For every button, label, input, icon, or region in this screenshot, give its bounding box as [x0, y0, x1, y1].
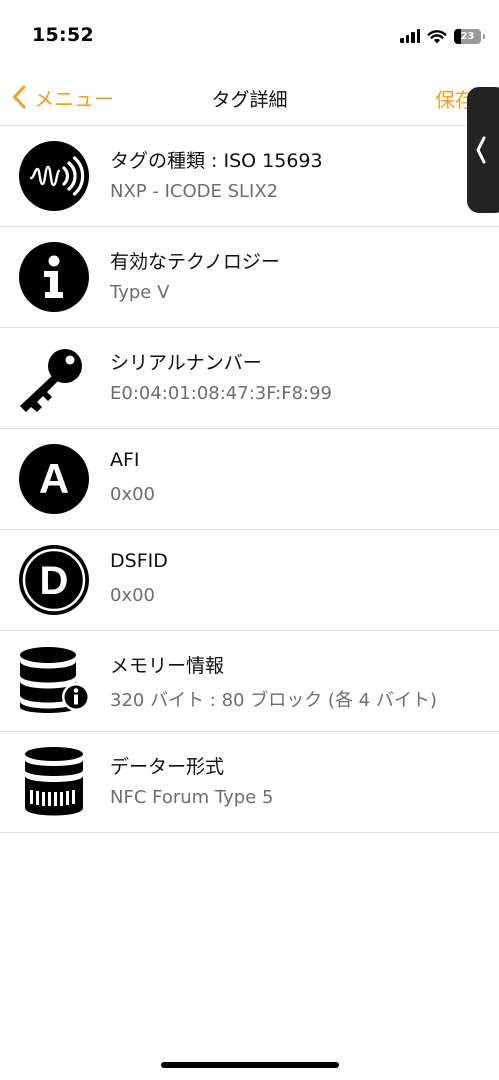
battery-icon: 23	[454, 28, 485, 44]
row-value: Type V	[110, 282, 170, 303]
cellular-signal-icon	[400, 29, 420, 43]
letter-d-icon: D	[19, 545, 89, 615]
row-value: NFC Forum Type 5	[110, 787, 274, 808]
row-title: データー形式	[110, 756, 225, 778]
info-icon	[19, 242, 89, 312]
row-title: メモリー情報	[110, 655, 225, 677]
home-indicator[interactable]	[161, 1062, 339, 1068]
list-item[interactable]: シリアルナンバー E0:04:01:08:47:3F:F8:99	[0, 328, 499, 429]
row-value: 0x00	[110, 484, 156, 505]
svg-text:D: D	[40, 559, 69, 603]
battery-percent: 23	[460, 30, 475, 42]
row-title: AFI	[110, 449, 140, 471]
tag-detail-list: タグの種類 : ISO 15693 NXP - ICODE SLIX2 有効なテ…	[0, 126, 499, 833]
row-title: 有効なテクノロジー	[110, 251, 280, 273]
row-value: E0:04:01:08:47:3F:F8:99	[110, 383, 333, 404]
navigation-bar: メニュー タグ詳細 保存	[0, 70, 499, 126]
svg-text:A: A	[39, 455, 69, 502]
list-item[interactable]: 有効なテクノロジー Type V	[0, 227, 499, 328]
row-value: 320 バイト : 80 ブロック (各 4 バイト)	[110, 690, 437, 711]
list-item[interactable]: A AFI 0x00	[0, 429, 499, 530]
database-info-icon	[20, 647, 90, 713]
row-title: シリアルナンバー	[110, 352, 262, 374]
status-icons: 23	[400, 26, 485, 46]
row-title: DSFID	[110, 550, 168, 572]
page-title: タグ詳細	[211, 89, 288, 111]
wifi-icon	[427, 29, 447, 43]
status-time: 15:52	[32, 24, 94, 46]
list-item[interactable]: メモリー情報 320 バイト : 80 ブロック (各 4 バイト)	[0, 631, 499, 732]
list-item[interactable]: タグの種類 : ISO 15693 NXP - ICODE SLIX2	[0, 126, 499, 227]
row-value: 0x00	[110, 585, 156, 606]
row-title: タグの種類 : ISO 15693	[110, 150, 323, 172]
list-item[interactable]: D DSFID 0x00	[0, 530, 499, 631]
nfc-tag-icon	[19, 141, 89, 211]
row-value: NXP - ICODE SLIX2	[110, 181, 279, 202]
database-format-icon	[25, 747, 83, 816]
list-item[interactable]: データー形式 NFC Forum Type 5	[0, 732, 499, 833]
key-icon	[20, 349, 82, 412]
status-bar: 15:52 23	[0, 0, 499, 70]
letter-a-icon: A	[19, 444, 89, 514]
